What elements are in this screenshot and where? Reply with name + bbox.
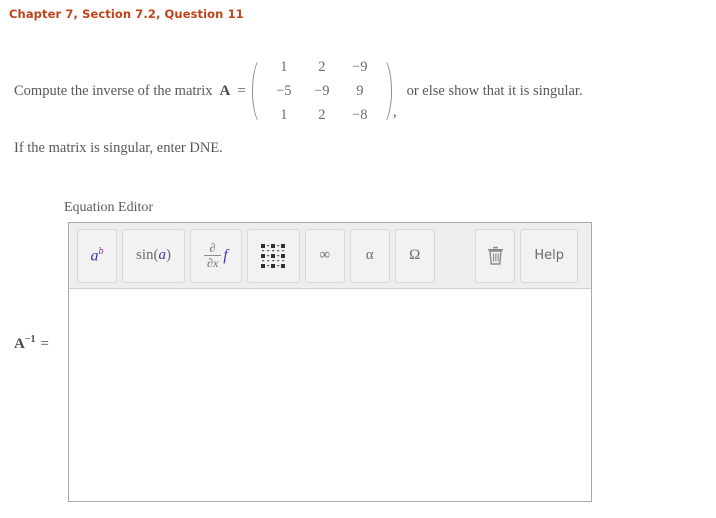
matrix-cell: −5 [276,82,292,99]
breadcrumb: Chapter 7, Section 7.2, Question 11 [9,7,244,21]
answer-equals-sign: = [40,336,50,352]
matrix-variable-label: A [219,82,231,99]
infinity-icon: ∞ [319,247,331,263]
answer-exponent: −1 [24,334,36,345]
matrix-cell: 2 [318,58,326,75]
equation-editor-toolbar: ab sin(a) ∂ ∂x f ∞ α Ω Help [69,223,591,289]
matrix-left-paren-icon [251,55,263,127]
infinity-button[interactable]: ∞ [304,228,345,283]
answer-label: A−1 = [14,334,49,353]
matrix-cell: 2 [318,106,326,123]
omega-button[interactable]: Ω [394,228,435,283]
matrix-right-paren-icon [381,55,392,127]
trig-argument: a [158,247,167,263]
trash-icon [487,246,503,265]
sin-function-icon: sin(a) [136,248,171,263]
equation-editor-panel: ab sin(a) ∂ ∂x f ∞ α Ω Help [68,222,592,502]
equation-editor-canvas[interactable] [69,289,591,501]
matrix-cell: 1 [280,106,288,123]
derivative-fraction: ∂ ∂x [204,241,222,269]
equation-editor-label: Equation Editor [64,200,154,215]
trig-name: sin [136,247,154,263]
matrix-cell: 9 [356,82,364,99]
problem-tail-text: or else show that it is singular. [406,82,583,99]
matrix-cell: −9 [352,58,368,75]
matrix-cell: 1 [280,58,288,75]
matrix-trailing-comma: , [392,104,397,120]
alpha-button[interactable]: α [349,228,390,283]
matrix-grid: 1 2 −9 −5 −9 9 1 2 −8 [263,55,381,127]
matrix-cell: −8 [352,106,368,123]
equals-sign: = [237,82,246,99]
problem-statement: Compute the inverse of the matrix A = 1 … [14,55,583,127]
exponent-button[interactable]: ab [77,228,117,283]
trig-function-button[interactable]: sin(a) [122,228,186,283]
matrix-cell: −9 [314,82,330,99]
exponent-base: a [90,247,99,265]
problem-prompt: Compute the inverse of the matrix [14,82,213,99]
help-label: Help [534,248,564,263]
matrix-button[interactable] [246,228,300,283]
a-superscript-b-icon: ab [90,245,104,265]
exponent-power: b [98,245,104,257]
omega-icon: Ω [409,247,421,263]
derivative-button[interactable]: ∂ ∂x f [190,228,242,283]
clear-button[interactable] [475,228,516,283]
trig-close-paren: ) [166,247,172,263]
partial-derivative-icon: ∂ ∂x f [204,242,228,269]
derivative-denominator: ∂x [204,255,222,269]
answer-variable: A [14,336,25,352]
alpha-icon: α [365,247,374,263]
help-button[interactable]: Help [520,228,578,283]
derivative-operand: f [223,246,228,264]
derivative-numerator: ∂ [209,241,216,255]
singular-instruction: If the matrix is singular, enter DNE. [14,140,223,156]
matrix-display: 1 2 −9 −5 −9 9 1 2 −8 [251,55,392,127]
matrix-grid-icon [261,243,286,268]
